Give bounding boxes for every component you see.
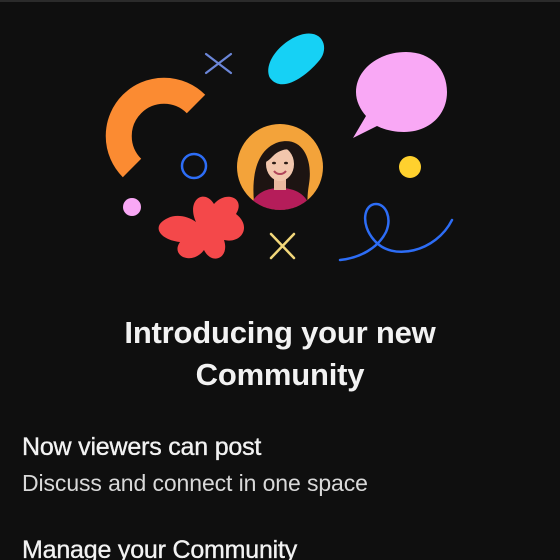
blue-squiggle-icon xyxy=(338,202,454,262)
pink-dot-icon xyxy=(123,198,141,216)
feature-description: Discuss and connect in one space xyxy=(22,470,368,496)
pink-speech-bubble-icon xyxy=(353,52,447,138)
feature-viewers-post: Now viewers can post Discuss and connect… xyxy=(22,432,542,498)
blue-cross-icon xyxy=(204,52,233,75)
dialog-title-line-2: Community xyxy=(195,357,365,392)
orange-arc-icon xyxy=(105,77,206,178)
yellow-dot-icon xyxy=(399,156,421,178)
dialog-title: Introducing your new Community xyxy=(0,312,560,396)
dialog-title-line-1: Introducing your new xyxy=(124,315,436,350)
blue-ring-icon xyxy=(180,152,208,180)
feature-manage-community: Manage your Community xyxy=(22,535,542,560)
red-flower-icon xyxy=(158,196,245,259)
feature-heading: Manage your Community xyxy=(22,536,298,560)
yellow-cross-icon xyxy=(269,232,296,260)
cyan-blob-icon xyxy=(268,33,325,85)
feature-heading: Now viewers can post xyxy=(22,433,262,461)
creator-avatar xyxy=(237,124,323,210)
